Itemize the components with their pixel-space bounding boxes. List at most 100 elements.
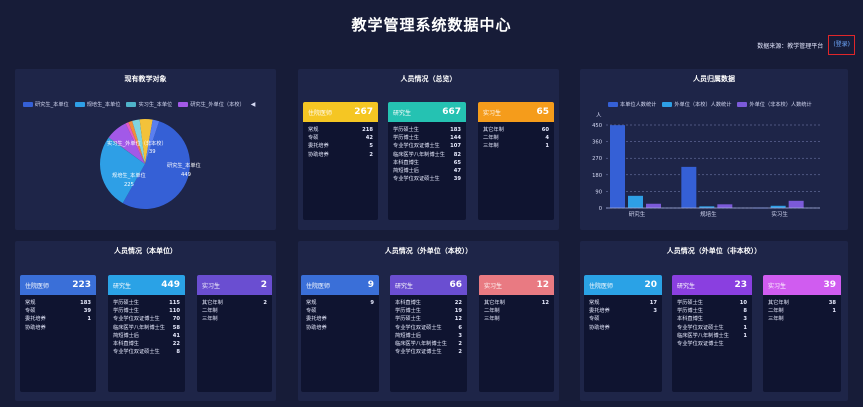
card-row: 二年制 1 — [768, 307, 836, 315]
card-count: 667 — [442, 107, 461, 117]
x-tick-label: 规培生 — [700, 210, 717, 218]
row-label: 学历博士生 — [677, 308, 703, 315]
row-label: 学历硕士生 — [113, 300, 139, 306]
card-rows: 常规 9 专硕 委托培养 协助培养 — [301, 295, 379, 332]
card-row: 学历硕士生 12 — [395, 315, 462, 323]
row-label: 其它年制 — [484, 300, 505, 306]
row-value: 60 — [541, 127, 549, 133]
row-label: 本科直博生 — [395, 300, 421, 306]
x-tick-label: 实习生 — [771, 210, 788, 218]
card-row: 委托培养 3 — [589, 307, 657, 315]
row-label: 学历硕士生 — [393, 127, 419, 133]
bar[interactable] — [681, 166, 697, 208]
card-rows: 本科直博生 22 学历博士生 19 学历硕士生 12 专业学位双证硕士生 6 简短博士后 3 临床医… — [390, 295, 467, 356]
card-row: 常规 9 — [306, 299, 374, 307]
card-resident[interactable]: 住院医师 267 常规 218 专硕 42 委托培养 5 协助培养 2 — [303, 102, 378, 220]
card-row: 临床医学八年制博士生 58 — [113, 324, 180, 332]
card-row: 专业学位双证博士生 107 — [393, 142, 461, 150]
card-count: 66 — [449, 280, 462, 290]
row-label: 三年制 — [768, 316, 784, 323]
pie-label: 实习生_外单位（非本校） — [107, 139, 167, 147]
card-row: 常规 218 — [308, 126, 373, 134]
bar[interactable] — [610, 125, 625, 208]
row-label: 学历博士生 — [113, 308, 139, 315]
row-value: 22 — [454, 300, 462, 306]
card-resident[interactable]: 住院医师 223 常规 183 专硕 39 委托培养 1 协助培养 — [20, 275, 96, 392]
row-value: 3 — [743, 316, 747, 323]
card-label: 研究生 — [393, 109, 412, 117]
login-link[interactable]: (登录) — [828, 35, 855, 55]
card-row: 专业学位双证硕士生 8 — [113, 348, 180, 356]
row-label: 学历博士生 — [395, 308, 421, 315]
card-row: 三年制 — [768, 315, 836, 323]
row-label: 专硕 — [306, 308, 317, 315]
card-rows: 其它年制 60 二年制 4 三年制 1 — [478, 122, 554, 151]
card-label: 研究生 — [395, 282, 414, 290]
row-value: 47 — [453, 168, 461, 175]
card-graduate[interactable]: 研究生 23 学历硕士生 10 学历博士生 8 本科直博生 3 专业学位双证硕士生 1 临床医学八… — [672, 275, 752, 392]
row-value: 4 — [545, 135, 549, 142]
card-intern[interactable]: 实习生 39 其它年制 38 二年制 1 三年制 — [763, 275, 841, 392]
pie-label: 449 — [181, 172, 191, 178]
card-intern[interactable]: 实习生 12 其它年制 12 二年制 三年制 — [479, 275, 554, 392]
row-value: 8 — [743, 308, 747, 315]
row-value: 39 — [83, 308, 91, 315]
card-graduate[interactable]: 研究生 449 学历硕士生 115 学历博士生 110 专业学位双证博士生 70 临床医学八年… — [108, 275, 185, 392]
bar[interactable] — [628, 195, 643, 208]
page-title: 教学管理系统数据中心 — [351, 16, 512, 34]
row-label: 专业学位双证硕士生 — [677, 324, 724, 331]
data-source-label: 数据来源：教学管理平台 — [757, 42, 824, 50]
card-intern[interactable]: 实习生 2 其它年制 2 二年制 三年制 — [197, 275, 272, 392]
card-rows: 其它年制 12 二年制 三年制 — [479, 295, 554, 324]
card-row: 二年制 — [484, 307, 549, 315]
card-graduate[interactable]: 研究生 66 本科直博生 22 学历博士生 19 学历硕士生 12 专业学位双证硕士生 6 简短博… — [390, 275, 467, 392]
card-resident[interactable]: 住院医师 20 常规 17 委托培养 3 专硕 协助培养 — [584, 275, 662, 392]
row-label: 三年制 — [202, 316, 218, 323]
card-row: 学历博士生 144 — [393, 134, 461, 142]
card-count: 449 — [161, 280, 180, 290]
card-row: 专业学位双证硕士生 6 — [395, 324, 462, 332]
panel-total: 人员情况（总览） 住院医师 267 常规 218 专硕 42 委托培养 5 协助培养 2 研究生… — [298, 69, 559, 230]
row-label: 简短博士后 — [113, 332, 139, 339]
row-value: 82 — [453, 151, 461, 158]
row-value: 3 — [653, 308, 657, 315]
panel-title: 人员情况（外单位（非本校）） — [666, 247, 762, 255]
row-value: 8 — [176, 349, 180, 356]
card-row: 三年制 1 — [483, 142, 549, 150]
card-row: 委托培养 — [306, 315, 374, 323]
row-label: 常规 — [589, 300, 600, 306]
panel-own: 人员情况（本单位） 住院医师 223 常规 183 专硕 39 委托培养 1 协助培养 研究生… — [15, 241, 276, 401]
row-value: 2 — [458, 349, 462, 356]
row-label: 专硕 — [25, 308, 36, 315]
card-resident[interactable]: 住院医师 9 常规 9 专硕 委托培养 协助培养 — [301, 275, 379, 392]
card-row: 协助培养 2 — [308, 151, 373, 159]
row-value: 218 — [362, 127, 373, 133]
row-label: 委托培养 — [589, 308, 610, 315]
card-label: 住院医师 — [25, 282, 50, 290]
row-label: 临床医学八年制博士生 — [113, 324, 165, 331]
y-tick-label: 0 — [599, 206, 602, 212]
card-intern[interactable]: 实习生 65 其它年制 60 二年制 4 三年制 1 — [478, 102, 554, 220]
pie-label: 研究生_本单位 — [167, 161, 201, 169]
card-label: 研究生 — [113, 282, 132, 290]
row-label: 常规 — [306, 300, 317, 306]
row-label: 协助培养 — [306, 324, 327, 331]
card-row: 其它年制 38 — [768, 299, 836, 307]
card-row: 委托培养 5 — [308, 142, 373, 150]
row-label: 专硕 — [589, 316, 600, 323]
card-count: 20 — [644, 280, 657, 290]
card-row: 学历博士生 19 — [395, 307, 462, 315]
bar[interactable] — [788, 200, 804, 208]
row-label: 其它年制 — [202, 300, 223, 306]
card-row: 协助培养 — [25, 324, 91, 332]
row-label: 协助培养 — [589, 324, 610, 331]
pie-chart: 实习生_外单位（非本校） 研究生_本单位 449 规培生_本单位 225 39 — [100, 119, 201, 209]
row-label: 二年制 — [768, 308, 784, 315]
card-graduate[interactable]: 研究生 667 学历硕士生 183 学历博士生 144 专业学位双证博士生 107 临床医学八… — [388, 102, 466, 220]
bar[interactable] — [717, 204, 733, 208]
row-value: 1 — [743, 332, 747, 339]
card-row: 其它年制 2 — [202, 299, 267, 307]
row-label: 简短博士后 — [395, 332, 421, 339]
bar[interactable] — [646, 203, 661, 208]
row-value: 2 — [263, 300, 267, 306]
